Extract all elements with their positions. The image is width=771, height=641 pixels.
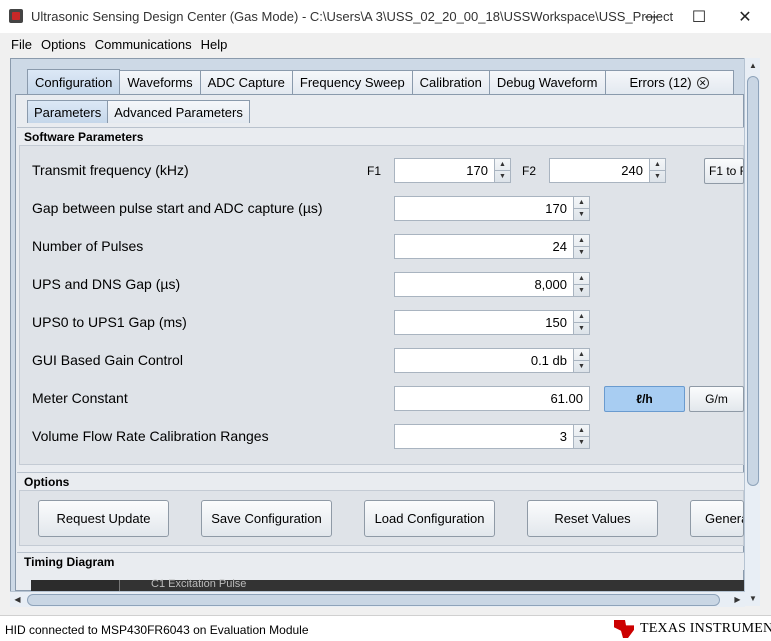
menu-help[interactable]: Help — [201, 37, 228, 52]
ups-dns-gap-value: 8,000 — [534, 277, 567, 292]
gain-control-value: 0.1 db — [530, 353, 567, 368]
tab-advanced-parameters[interactable]: Advanced Parameters — [107, 100, 250, 123]
software-parameters-header: Software Parameters — [17, 127, 744, 145]
tab-configuration[interactable]: Configuration — [27, 69, 121, 94]
minimize-button[interactable]: — — [630, 0, 676, 33]
timing-signal-label: C1 Excitation Pulse — [151, 578, 247, 590]
f2-label: F2 — [522, 164, 537, 178]
decrement-icon[interactable]: ▼ — [650, 170, 665, 182]
scroll-up-icon[interactable]: ▲ — [745, 58, 761, 73]
ups0-ups1-gap-stepper[interactable]: 150 ▲ ▼ — [394, 310, 590, 335]
close-button[interactable]: ✕ — [722, 0, 768, 33]
ups0-ups1-gap-value: 150 — [545, 315, 567, 330]
decrement-icon[interactable]: ▼ — [574, 322, 589, 334]
decrement-icon[interactable]: ▼ — [495, 170, 510, 182]
increment-icon[interactable]: ▲ — [574, 311, 589, 322]
brand-text: TEXAS INSTRUMENTS — [640, 621, 771, 636]
menu-file[interactable]: File — [11, 37, 32, 52]
title-bar: Ultrasonic Sensing Design Center (Gas Mo… — [0, 0, 771, 33]
num-pulses-value: 24 — [552, 239, 567, 254]
options-header: Options — [17, 472, 744, 490]
menu-options[interactable]: Options — [41, 37, 86, 52]
gap-pulse-adc-label: Gap between pulse start and ADC capture … — [32, 200, 323, 216]
unit-liters-per-hour-button[interactable]: ℓ/h — [604, 386, 685, 412]
increment-icon[interactable]: ▲ — [574, 235, 589, 246]
load-configuration-button[interactable]: Load Configuration — [364, 500, 495, 537]
maximize-button[interactable]: ☐ — [676, 0, 722, 33]
meter-constant-field[interactable]: 61.00 — [394, 386, 590, 411]
increment-icon[interactable]: ▲ — [574, 425, 589, 436]
meter-constant-label: Meter Constant — [32, 390, 128, 406]
num-pulses-stepper[interactable]: 24 ▲ ▼ — [394, 234, 590, 259]
request-update-button[interactable]: Request Update — [38, 500, 169, 537]
tab-frequency-sweep[interactable]: Frequency Sweep — [291, 70, 413, 94]
f1-to-f2-button[interactable]: F1 to F — [704, 158, 744, 184]
f2-value: 240 — [621, 163, 643, 178]
timing-label-column — [31, 580, 120, 591]
reset-values-button[interactable]: Reset Values — [527, 500, 658, 537]
window-title: Ultrasonic Sensing Design Center (Gas Mo… — [31, 9, 674, 24]
connection-status: HID connected to MSP430FR6043 on Evaluat… — [5, 623, 309, 637]
decrement-icon[interactable]: ▼ — [574, 246, 589, 258]
f1-label: F1 — [367, 164, 382, 178]
f1-value: 170 — [466, 163, 488, 178]
vertical-scrollbar[interactable]: ▲ ▼ — [744, 58, 760, 606]
ups0-ups1-gap-label: UPS0 to UPS1 Gap (ms) — [32, 314, 187, 330]
flow-cal-ranges-value: 3 — [559, 429, 567, 444]
scroll-down-icon[interactable]: ▼ — [745, 591, 761, 606]
increment-icon[interactable]: ▲ — [650, 159, 665, 170]
decrement-icon[interactable]: ▼ — [574, 360, 589, 372]
software-parameters-box — [19, 145, 744, 465]
increment-icon[interactable]: ▲ — [495, 159, 510, 170]
tab-waveforms[interactable]: Waveforms — [119, 70, 201, 94]
gain-control-label: GUI Based Gain Control — [32, 352, 183, 368]
vertical-scroll-thumb[interactable] — [747, 76, 759, 486]
main-tab-bar: Configuration Waveforms ADC Capture Freq… — [27, 69, 734, 94]
flow-cal-ranges-label: Volume Flow Rate Calibration Ranges — [32, 428, 269, 444]
meter-constant-value: 61.00 — [550, 391, 583, 406]
gap-pulse-adc-value: 170 — [545, 201, 567, 216]
tab-adc-capture[interactable]: ADC Capture — [199, 70, 293, 94]
horizontal-scrollbar[interactable]: ◀ ▶ — [10, 591, 745, 607]
increment-icon[interactable]: ▲ — [574, 197, 589, 208]
tab-calibration[interactable]: Calibration — [411, 70, 490, 94]
ti-logo: TEXAS INSTRUMENTS — [614, 620, 771, 638]
horizontal-scroll-thumb[interactable] — [27, 594, 720, 606]
scroll-left-icon[interactable]: ◀ — [10, 592, 25, 608]
unit-gallons-per-minute-button[interactable]: G/m — [689, 386, 744, 412]
tab-errors[interactable]: Errors (12) ✕ — [604, 70, 734, 94]
f2-stepper[interactable]: 240 ▲ ▼ — [549, 158, 666, 183]
save-configuration-button[interactable]: Save Configuration — [201, 500, 332, 537]
timing-diagram: C1 Excitation Pulse — [31, 578, 744, 591]
sub-tab-bar: Parameters Advanced Parameters — [27, 100, 250, 123]
close-tab-icon[interactable]: ✕ — [696, 76, 709, 89]
tab-errors-label: Errors (12) — [629, 75, 692, 90]
f1-stepper[interactable]: 170 ▲ ▼ — [394, 158, 511, 183]
transmit-frequency-label: Transmit frequency (kHz) — [32, 162, 189, 178]
decrement-icon[interactable]: ▼ — [574, 284, 589, 296]
ups-dns-gap-label: UPS and DNS Gap (µs) — [32, 276, 181, 292]
increment-icon[interactable]: ▲ — [574, 349, 589, 360]
status-bar: HID connected to MSP430FR6043 on Evaluat… — [0, 615, 771, 641]
ups-dns-gap-stepper[interactable]: 8,000 ▲ ▼ — [394, 272, 590, 297]
app-icon — [9, 9, 23, 23]
decrement-icon[interactable]: ▼ — [574, 436, 589, 448]
scroll-right-icon[interactable]: ▶ — [730, 592, 745, 608]
gain-control-stepper[interactable]: 0.1 db ▲ ▼ — [394, 348, 590, 373]
generate-button[interactable]: Genera — [690, 500, 744, 537]
decrement-icon[interactable]: ▼ — [574, 208, 589, 220]
ti-mark-icon — [614, 620, 634, 638]
menu-communications[interactable]: Communications — [95, 37, 192, 52]
tab-parameters[interactable]: Parameters — [27, 100, 109, 123]
tab-debug-waveform[interactable]: Debug Waveform — [488, 70, 606, 94]
num-pulses-label: Number of Pulses — [32, 238, 144, 254]
increment-icon[interactable]: ▲ — [574, 273, 589, 284]
menu-bar: File Options Communications Help — [0, 33, 771, 55]
flow-cal-ranges-stepper[interactable]: 3 ▲ ▼ — [394, 424, 590, 449]
gap-pulse-adc-stepper[interactable]: 170 ▲ ▼ — [394, 196, 590, 221]
timing-diagram-header: Timing Diagram — [17, 552, 744, 570]
